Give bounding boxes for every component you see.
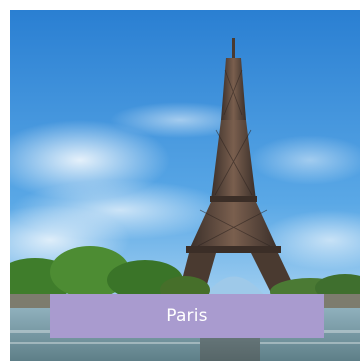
city-caption-bar: Paris — [50, 294, 324, 338]
destination-tile[interactable]: Paris — [10, 10, 360, 361]
city-name-label: Paris — [166, 306, 208, 326]
